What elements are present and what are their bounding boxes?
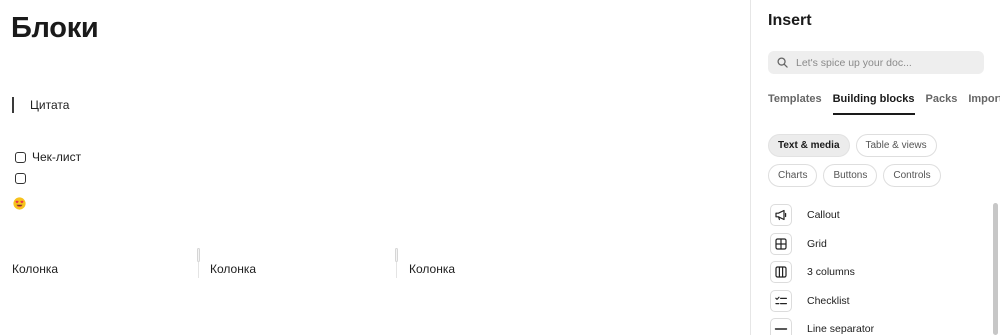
checklist-item-label[interactable]: Чек-лист xyxy=(32,150,81,164)
search-box[interactable] xyxy=(768,51,984,74)
column-3-text[interactable]: Колонка xyxy=(409,262,455,276)
tab-import[interactable]: Import xyxy=(968,93,1000,115)
tab-templates[interactable]: Templates xyxy=(768,93,822,115)
column-resize-handle[interactable] xyxy=(395,248,398,262)
block-item-label: Line separator xyxy=(807,323,875,335)
three-columns-icon xyxy=(775,266,787,278)
column-resize-handle[interactable] xyxy=(197,248,200,262)
chip-text-media[interactable]: Text & media xyxy=(768,134,850,157)
block-item-checklist[interactable]: Checklist xyxy=(770,287,874,316)
column-divider xyxy=(198,262,199,278)
block-list: Callout Grid 3 columns Checklist Line se… xyxy=(770,201,874,335)
checkbox[interactable] xyxy=(15,173,26,184)
block-item-label: 3 columns xyxy=(807,266,855,279)
column-2-text[interactable]: Колонка xyxy=(210,262,256,276)
block-item-grid[interactable]: Grid xyxy=(770,230,874,259)
checklist-item[interactable] xyxy=(15,173,32,184)
search-icon xyxy=(777,57,788,68)
tab-building-blocks[interactable]: Building blocks xyxy=(832,93,915,115)
heart-eyes-emoji-icon[interactable] xyxy=(13,197,26,210)
chip-table-views[interactable]: Table & views xyxy=(855,134,937,157)
quote-block[interactable]: Цитата xyxy=(12,97,69,113)
document-area[interactable]: Блоки Цитата Чек-лист Колонка Колонка Ко… xyxy=(0,0,750,335)
checklist-item[interactable]: Чек-лист xyxy=(15,150,81,164)
panel-scrollbar[interactable] xyxy=(993,203,998,335)
block-item-3-columns[interactable]: 3 columns xyxy=(770,258,874,287)
chip-charts[interactable]: Charts xyxy=(768,164,818,187)
block-item-line-separator[interactable]: Line separator xyxy=(770,315,874,335)
column-1-text[interactable]: Колонка xyxy=(12,262,58,276)
line-separator-icon xyxy=(774,328,788,330)
category-filters: Text & media Table & views Charts Button… xyxy=(768,134,996,194)
panel-title: Insert xyxy=(768,12,812,29)
insert-panel: Insert Templates Building blocks Packs I… xyxy=(750,0,1000,335)
tab-packs[interactable]: Packs xyxy=(926,93,958,115)
checklist-icon xyxy=(775,296,787,304)
block-item-label: Callout xyxy=(807,209,840,222)
page-title[interactable]: Блоки xyxy=(11,12,99,45)
block-item-label: Grid xyxy=(807,237,827,250)
checkbox[interactable] xyxy=(15,151,26,163)
search-input[interactable] xyxy=(796,56,966,69)
megaphone-icon xyxy=(775,210,787,221)
block-item-label: Checklist xyxy=(807,294,850,307)
grid-icon xyxy=(775,238,787,250)
panel-tabs: Templates Building blocks Packs Import xyxy=(768,93,1000,115)
block-item-callout[interactable]: Callout xyxy=(770,201,874,230)
chip-controls[interactable]: Controls xyxy=(883,164,941,187)
chip-buttons[interactable]: Buttons xyxy=(823,164,878,187)
column-divider xyxy=(396,262,397,278)
